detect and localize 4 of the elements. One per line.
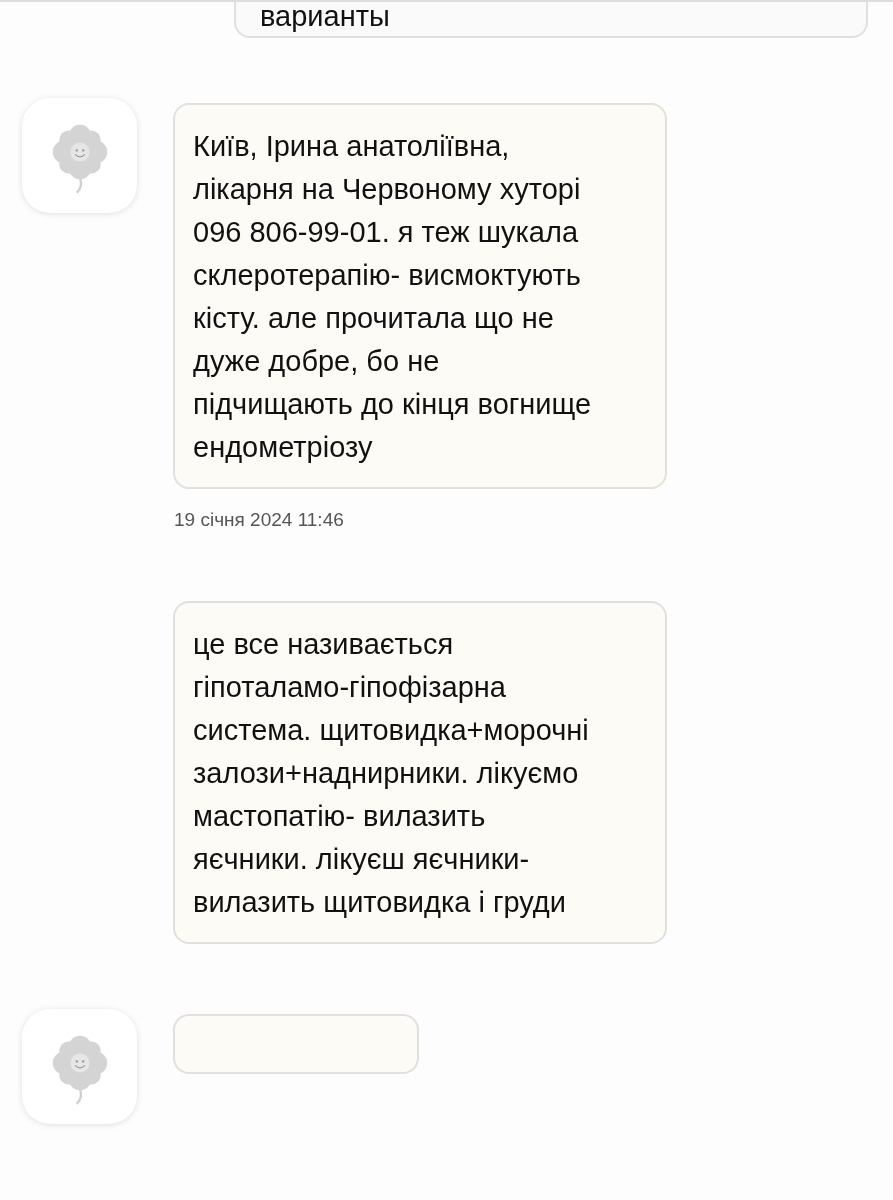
message-text: це все називається гіпоталамо-гіпофізарна система. щитовидка+морочні залози+наднирники. лікуємо мастопатію- вилазить яєчники. лікуєш яєчники-вилазить щитовидка і груди bbox=[193, 627, 590, 920]
message-text: Київ, Ірина анатоліївна, лікарня на Червоному хуторі 096 806-99-01. я теж шукала склеротерапію- висмоктують кісту. але прочитала що не дуже добре, бо не підчищають до кінця вогнище ендометріозу bbox=[193, 129, 593, 465]
timestamp: 19 січня 2024 11:46 bbox=[174, 509, 345, 531]
message-text: варианты bbox=[260, 2, 391, 32]
